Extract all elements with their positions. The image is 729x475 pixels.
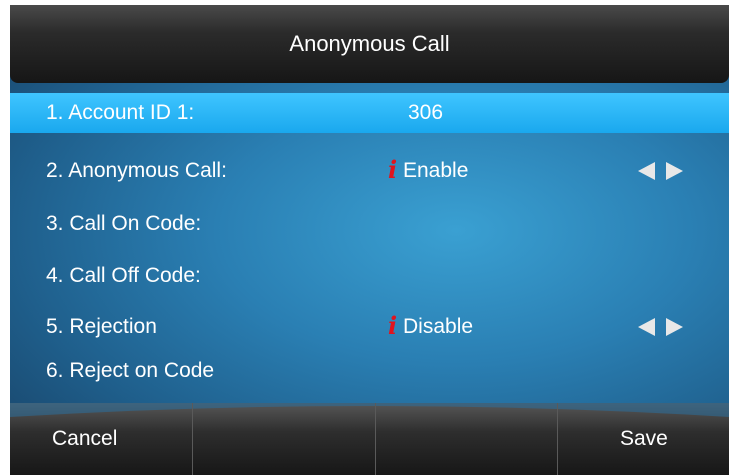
softkey-cancel[interactable]: Cancel	[10, 403, 192, 475]
row-label: 6. Reject on Code	[46, 359, 215, 382]
menu-row-call-off-code[interactable]: 4. Call Off Code:	[10, 256, 729, 296]
page-title: Anonymous Call	[289, 31, 450, 56]
value-switch-arrows[interactable]	[638, 162, 694, 182]
arrow-right-icon[interactable]	[666, 318, 683, 336]
title-bar: Anonymous Call	[10, 5, 729, 83]
row-value: Enable	[403, 159, 469, 182]
row-label: 3. Call On Code:	[46, 212, 202, 235]
arrow-right-icon[interactable]	[666, 162, 683, 180]
row-label: 4. Call Off Code:	[46, 264, 201, 287]
phone-screen: Anonymous Call 1. Account ID 1: 306 2. A…	[10, 5, 729, 475]
row-value: 306	[408, 101, 444, 124]
softkey-bar: Cancel Save	[10, 403, 729, 475]
softkey-3[interactable]	[376, 403, 557, 475]
menu-row-rejection[interactable]: 5. Rejection i Disable	[10, 307, 729, 347]
value-switch-arrows[interactable]	[638, 318, 694, 338]
row-label: 1. Account ID 1:	[46, 101, 195, 124]
softkey-2[interactable]	[193, 403, 375, 475]
menu-row-anonymous-call[interactable]: 2. Anonymous Call: i Enable	[10, 151, 729, 191]
arrow-left-icon[interactable]	[638, 162, 655, 180]
arrow-left-icon[interactable]	[638, 318, 655, 336]
row-label: 2. Anonymous Call:	[46, 159, 227, 182]
softkey-label: Cancel	[52, 427, 118, 450]
softkey-save[interactable]: Save	[558, 403, 729, 475]
row-value: Disable	[403, 315, 474, 338]
row-label: 5. Rejection	[46, 315, 157, 338]
menu-row-account-id[interactable]: 1. Account ID 1: 306	[10, 93, 729, 133]
menu-row-call-on-code[interactable]: 3. Call On Code:	[10, 204, 729, 244]
info-icon: i	[388, 311, 398, 340]
softkey-label: Save	[620, 427, 668, 450]
info-icon: i	[388, 155, 398, 184]
menu-row-reject-on-code[interactable]: 6. Reject on Code	[10, 351, 729, 391]
